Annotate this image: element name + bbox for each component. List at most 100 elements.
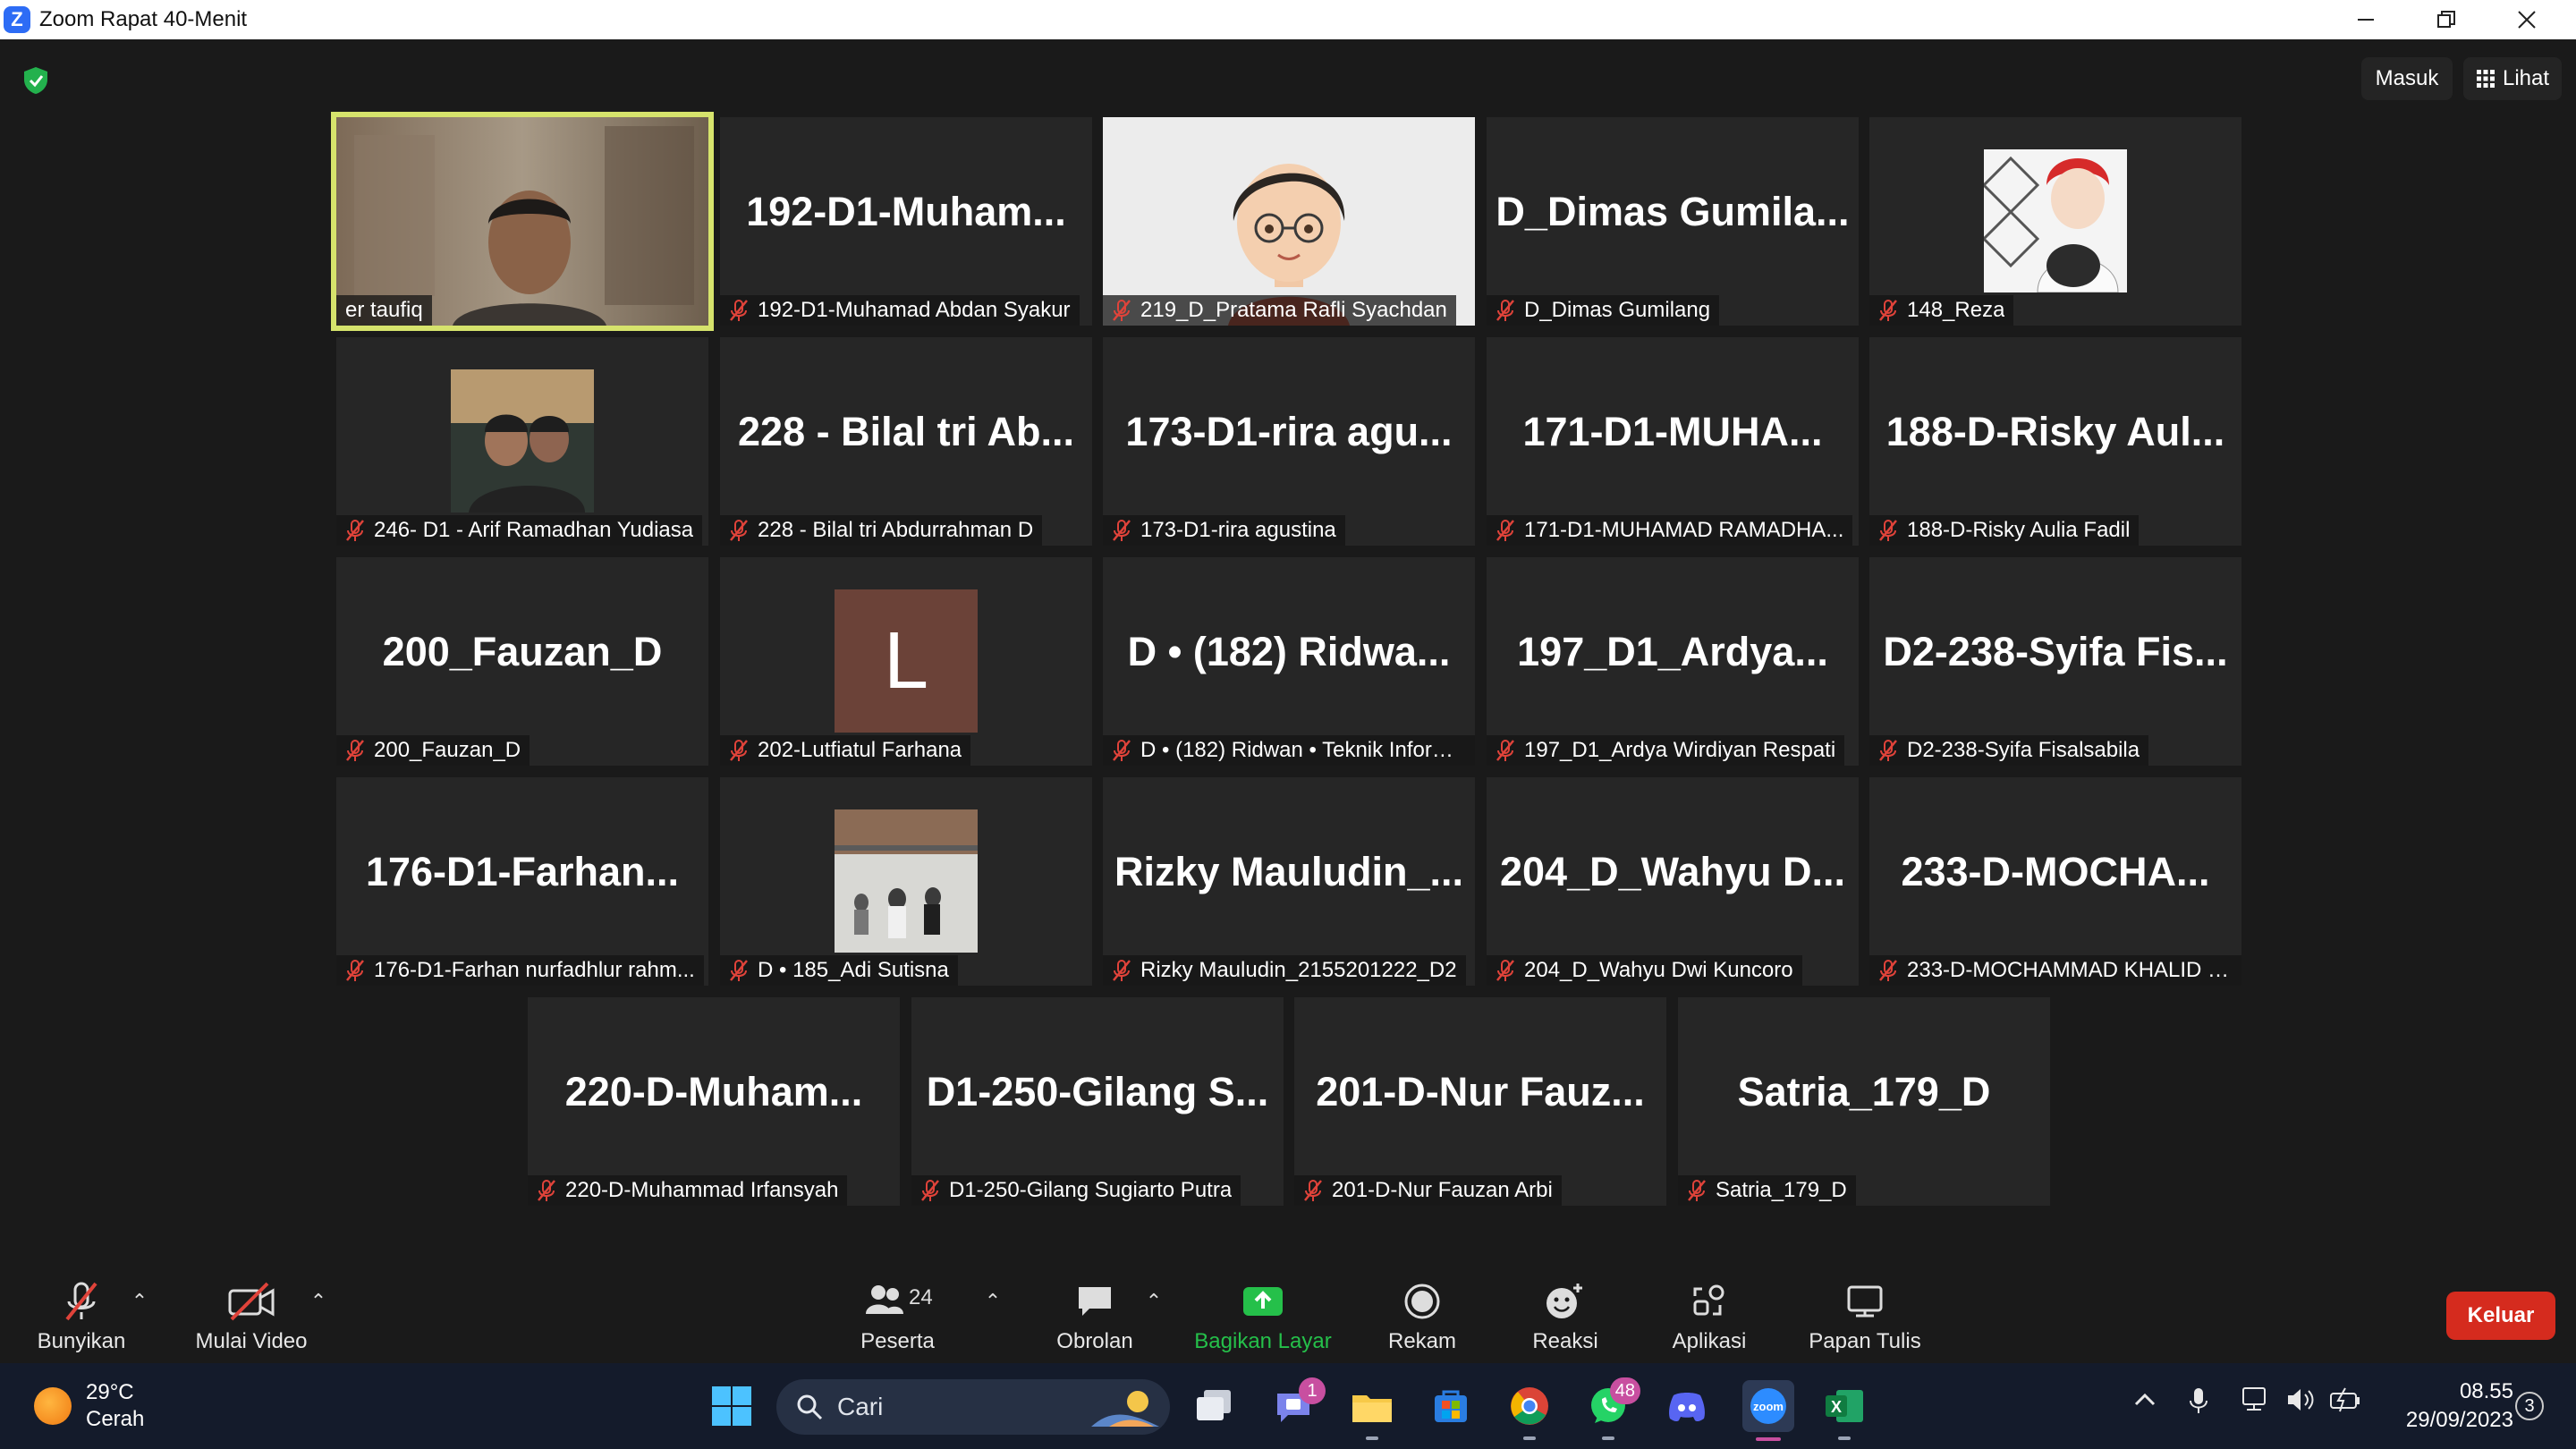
participant-tile[interactable]: 148_Reza	[1869, 117, 2241, 326]
enter-fullscreen-button[interactable]: Masuk	[2361, 57, 2453, 100]
participant-name: D • (182) Ridwan • Teknik Inform...	[1140, 738, 1466, 762]
taskbar-search-box[interactable]: Cari	[776, 1379, 1170, 1435]
participant-tile[interactable]: 201-D-Nur Fauz... 201-D-Nur Fauzan Arbi	[1294, 997, 1666, 1206]
reactions-label: Reaksi	[1532, 1329, 1598, 1353]
participant-tile[interactable]: 246- D1 - Arif Ramadhan Yudiasa	[336, 337, 708, 546]
participant-tile[interactable]: 204_D_Wahyu D... 204_D_Wahyu Dwi Kuncoro	[1487, 777, 1859, 986]
view-button[interactable]: Lihat	[2463, 57, 2562, 100]
participant-tile[interactable]: D • (182) Ridwa... D • (182) Ridwan • Tek…	[1103, 557, 1475, 766]
participant-name: 192-D1-Muhamad Abdan Syakur	[758, 298, 1071, 322]
microphone-muted-icon	[1113, 300, 1131, 321]
battery-button[interactable]	[2329, 1386, 2361, 1419]
participant-tile[interactable]: er taufiq	[331, 112, 714, 331]
participant-name: 171-D1-MUHAMAD RAMADHA...	[1524, 518, 1844, 542]
participant-name-label: 192-D1-Muhamad Abdan Syakur	[720, 295, 1080, 326]
microphone-muted-icon	[538, 1180, 555, 1201]
participants-icon: 24	[862, 1279, 934, 1324]
profile-picture	[1981, 149, 2127, 293]
microphone-muted-icon	[1113, 520, 1131, 541]
participant-tile[interactable]: 220-D-Muham... 220-D-Muhammad Irfansyah	[528, 997, 900, 1206]
participant-display-name: 192-D1-Muham...	[746, 189, 1066, 234]
grid-view-icon	[2476, 70, 2495, 88]
security-shield-icon[interactable]	[23, 66, 48, 99]
weather-condition: Cerah	[86, 1407, 145, 1431]
leave-button[interactable]: Keluar	[2446, 1292, 2555, 1340]
weather-widget[interactable]: 29°C Cerah	[34, 1379, 144, 1433]
start-video-label: Mulai Video	[195, 1329, 308, 1353]
tray-microphone-button[interactable]	[2188, 1386, 2209, 1421]
participant-name: 201-D-Nur Fauzan Arbi	[1332, 1178, 1553, 1202]
notification-badge[interactable]: 3	[2515, 1392, 2544, 1420]
participant-tile[interactable]: Satria_179_D Satria_179_D	[1678, 997, 2050, 1206]
microphone-muted-icon	[1879, 300, 1897, 321]
participant-tile[interactable]: Rizky Mauludin_... Rizky Mauludin_2155201…	[1103, 777, 1475, 986]
whiteboard-button[interactable]: Papan Tulis	[1798, 1270, 1932, 1363]
meeting-area: Masuk Lihat er taufiq 192-D1-Muham... 192-…	[0, 39, 2576, 1270]
teams-chat-button[interactable]: 1	[1270, 1377, 1326, 1429]
video-options-caret[interactable]: ⌃	[309, 1270, 327, 1363]
title-bar: Z Zoom Rapat 40-Menit	[0, 0, 2576, 39]
participant-tile[interactable]: L 202-Lutfiatul Farhana	[720, 557, 1092, 766]
participant-name: D • 185_Adi Sutisna	[758, 958, 949, 982]
chat-bubble-icon	[1075, 1279, 1114, 1324]
microphone-muted-icon	[1496, 520, 1514, 541]
participant-name: D1-250-Gilang Sugiarto Putra	[949, 1178, 1233, 1202]
speaker-icon	[2288, 1389, 2314, 1411]
unmute-button[interactable]: Bunyikan	[27, 1270, 136, 1363]
chevron-up-icon: ⌃	[131, 1290, 148, 1312]
participant-tile[interactable]: 197_D1_Ardya... 197_D1_Ardya Wirdiyan Res…	[1487, 557, 1859, 766]
participant-tile[interactable]: 173-D1-rira agu... 173-D1-rira agustina	[1103, 337, 1475, 546]
microphone-muted-icon	[1688, 1180, 1706, 1201]
microphone-muted-icon	[1879, 740, 1897, 761]
task-view-button[interactable]	[1191, 1383, 1238, 1429]
restore-button[interactable]	[2406, 0, 2487, 39]
start-button[interactable]	[708, 1383, 755, 1429]
participant-tile[interactable]: 192-D1-Muham... 192-D1-Muhamad Abdan Syak…	[720, 117, 1092, 326]
chrome-button[interactable]	[1506, 1383, 1553, 1440]
apps-button[interactable]: Aplikasi	[1660, 1270, 1758, 1363]
participant-name: 228 - Bilal tri Abdurrahman D	[758, 518, 1034, 542]
start-video-button[interactable]: Mulai Video	[184, 1270, 318, 1363]
running-indicator	[1523, 1436, 1536, 1440]
participant-name: 233-D-MOCHAMMAD KHALID H...	[1907, 958, 2233, 982]
participant-tile[interactable]: D2-238-Syifa Fis... D2-238-Syifa Fisalsab…	[1869, 557, 2241, 766]
minimize-button[interactable]	[2326, 0, 2406, 39]
participant-tile[interactable]: D • 185_Adi Sutisna	[720, 777, 1092, 986]
active-indicator	[1756, 1437, 1781, 1441]
volume-button[interactable]	[2286, 1386, 2315, 1419]
participants-button[interactable]: 24 Peserta	[846, 1270, 949, 1363]
participants-options-caret[interactable]: ⌃	[984, 1270, 1002, 1363]
participant-tile[interactable]: 233-D-MOCHA... 233-D-MOCHAMMAD KHALID H..…	[1869, 777, 2241, 986]
participant-tile[interactable]: D1-250-Gilang S... D1-250-Gilang Sugiarto…	[911, 997, 1284, 1206]
svg-text:zoom: zoom	[1753, 1400, 1784, 1413]
whatsapp-button[interactable]: 48	[1585, 1377, 1640, 1440]
network-button[interactable]	[2241, 1386, 2272, 1419]
record-icon	[1403, 1279, 1441, 1324]
chat-options-caret[interactable]: ⌃	[1145, 1270, 1163, 1363]
participant-tile[interactable]: 219_D_Pratama Rafli Syachdan	[1103, 117, 1475, 326]
file-explorer-button[interactable]	[1349, 1383, 1395, 1440]
participant-tile[interactable]: 228 - Bilal tri Ab... 228 - Bilal tri Abd…	[720, 337, 1092, 546]
record-button[interactable]: Rekam	[1377, 1270, 1467, 1363]
participant-tile[interactable]: D_Dimas Gumila... D_Dimas Gumilang	[1487, 117, 1859, 326]
taskbar-clock[interactable]: 08.55 29/09/2023	[2379, 1377, 2513, 1435]
discord-button[interactable]	[1664, 1383, 1710, 1429]
teams-badge: 1	[1299, 1377, 1326, 1404]
participant-tile[interactable]: 200_Fauzan_D 200_Fauzan_D	[336, 557, 708, 766]
participant-tile[interactable]: 176-D1-Farhan... 176-D1-Farhan nurfadhlur…	[336, 777, 708, 986]
share-screen-button[interactable]: Bagikan Layar	[1190, 1270, 1336, 1363]
microsoft-store-button[interactable]	[1428, 1383, 1474, 1429]
zoom-taskbar-button[interactable]: zoom	[1742, 1380, 1794, 1441]
search-placeholder: Cari	[837, 1393, 884, 1420]
microphone-muted-icon	[730, 740, 748, 761]
chat-button[interactable]: Obrolan	[1046, 1270, 1143, 1363]
participant-tile[interactable]: 171-D1-MUHA... 171-D1-MUHAMAD RAMADHA...	[1487, 337, 1859, 546]
tray-overflow-button[interactable]	[2132, 1386, 2157, 1418]
participant-display-name: 220-D-Muham...	[564, 1069, 863, 1114]
close-button[interactable]	[2487, 0, 2567, 39]
reactions-button[interactable]: Reaksi	[1521, 1270, 1610, 1363]
participant-tile[interactable]: 188-D-Risky Aul... 188-D-Risky Aulia Fadi…	[1869, 337, 2241, 546]
discord-icon	[1669, 1393, 1705, 1422]
audio-options-caret[interactable]: ⌃	[131, 1270, 148, 1363]
excel-button[interactable]: X	[1821, 1383, 1868, 1440]
